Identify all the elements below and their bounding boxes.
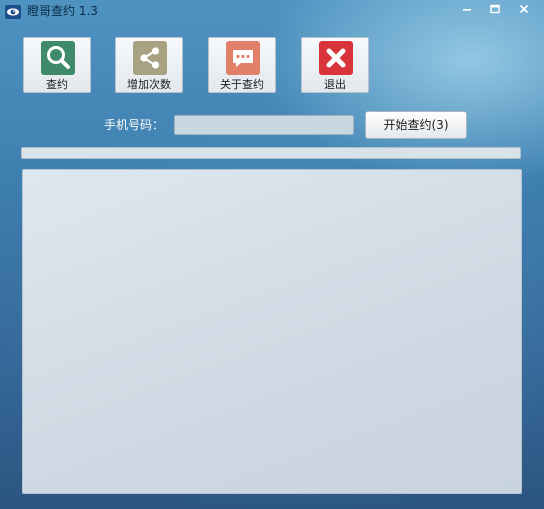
about-button-label: 关于查约 [220,78,264,91]
add-count-button[interactable]: 增加次数 [115,37,183,93]
exit-button-label: 退出 [324,78,346,91]
phone-number-input[interactable] [174,115,354,135]
search-icon [41,41,75,75]
close-icon [519,4,529,14]
exit-button[interactable]: 退出 [301,37,369,93]
start-query-button[interactable]: 开始查约(3) [365,111,467,139]
minimize-icon [463,9,471,11]
close-button[interactable] [510,0,538,18]
minimize-button[interactable] [453,0,481,18]
result-output-area[interactable] [22,169,522,494]
title-bar: 瞪哥查约 1.3 [0,0,544,22]
maximize-icon [490,4,500,14]
chat-bubble-icon [226,41,260,75]
app-window: 瞪哥查约 1.3 查约 增加次数 关于查约 退出 手机号码： 开始查约(3) [0,0,544,509]
phone-number-label: 手机号码： [104,118,165,132]
about-button[interactable]: 关于查约 [208,37,276,93]
query-button-label: 查约 [46,78,68,91]
app-eye-icon [5,4,21,19]
maximize-button[interactable] [481,0,509,18]
window-title: 瞪哥查约 1.3 [27,4,98,18]
progress-bar [21,147,521,159]
share-icon [133,41,167,75]
query-button[interactable]: 查约 [23,37,91,93]
close-x-icon [319,41,353,75]
add-count-button-label: 增加次数 [127,78,171,91]
